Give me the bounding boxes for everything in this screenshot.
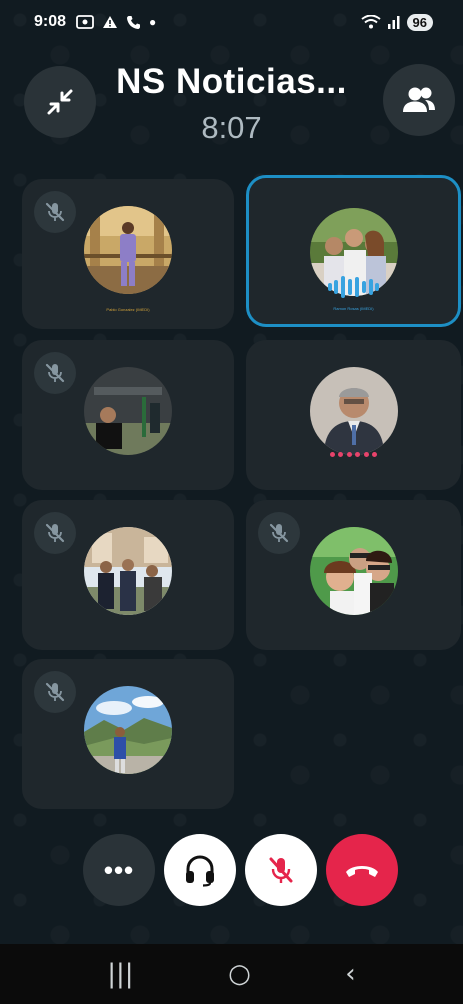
participant-avatar <box>309 527 398 615</box>
participant-tile-1[interactable]: Pablo Gonzalez (IMEDI) <box>22 179 234 329</box>
more-options-icon: ••• <box>103 854 135 885</box>
mic-off-icon <box>269 857 293 883</box>
audio-output-button[interactable] <box>164 834 236 906</box>
mic-off-icon <box>269 523 289 543</box>
recent-apps-icon[interactable]: ||| <box>107 959 133 989</box>
system-nav-bar: ||| ○ ‹ <box>0 944 463 1004</box>
mic-off-icon <box>45 682 65 702</box>
phone-call-icon <box>127 15 141 29</box>
hang-up-icon <box>346 866 378 877</box>
status-bar: 9:08 ● 96 <box>0 0 463 44</box>
screen-record-icon <box>76 15 94 29</box>
participant-tile-3[interactable] <box>22 340 234 490</box>
speaking-waveform <box>327 276 380 298</box>
participant-avatar <box>84 367 172 455</box>
home-icon[interactable]: ○ <box>228 959 251 989</box>
mic-muted-indicator <box>34 671 76 713</box>
participant-tile-6[interactable] <box>246 500 461 650</box>
participant-avatar <box>84 206 172 294</box>
mic-off-icon <box>45 202 65 222</box>
mic-off-icon <box>45 363 65 383</box>
notification-dot-icon: ● <box>149 15 157 29</box>
mic-muted-indicator <box>34 191 76 233</box>
wifi-icon <box>360 15 381 29</box>
signal-icon <box>387 16 400 29</box>
mute-button[interactable] <box>245 834 317 906</box>
call-header: NS Noticias... 8:07 <box>0 52 463 162</box>
status-time: 9:08 <box>34 13 67 30</box>
participant-avatar <box>309 367 398 455</box>
participants-icon <box>403 87 435 112</box>
battery-indicator: 96 <box>406 13 433 31</box>
mic-off-icon <box>45 523 65 543</box>
call-screen: 9:08 ● 96 NS Noticias... 8:07 Pablo Gonz… <box>0 0 463 1004</box>
end-call-button[interactable] <box>326 834 398 906</box>
participant-avatar <box>84 527 172 615</box>
participant-tile-2[interactable]: Ramon Rosas (IMEDI) <box>246 175 461 327</box>
participant-tile-7[interactable] <box>22 659 234 809</box>
back-icon[interactable]: ‹ <box>345 959 355 989</box>
participant-avatar <box>84 686 172 774</box>
participant-tile-4[interactable] <box>246 340 461 490</box>
participant-tile-5[interactable] <box>22 500 234 650</box>
mic-muted-indicator <box>34 512 76 554</box>
more-options-button[interactable]: ••• <box>83 834 155 906</box>
participants-button[interactable] <box>383 64 455 136</box>
participant-name: Pablo Gonzalez (IMEDI) <box>106 307 150 312</box>
headphones-icon <box>186 855 214 887</box>
mic-muted-indicator <box>258 512 300 554</box>
speaking-indicator <box>329 452 378 458</box>
warning-icon <box>103 16 118 28</box>
mic-muted-indicator <box>34 352 76 394</box>
call-controls: ••• <box>0 834 463 908</box>
participant-name: Ramon Rosas (IMEDI) <box>333 306 374 311</box>
